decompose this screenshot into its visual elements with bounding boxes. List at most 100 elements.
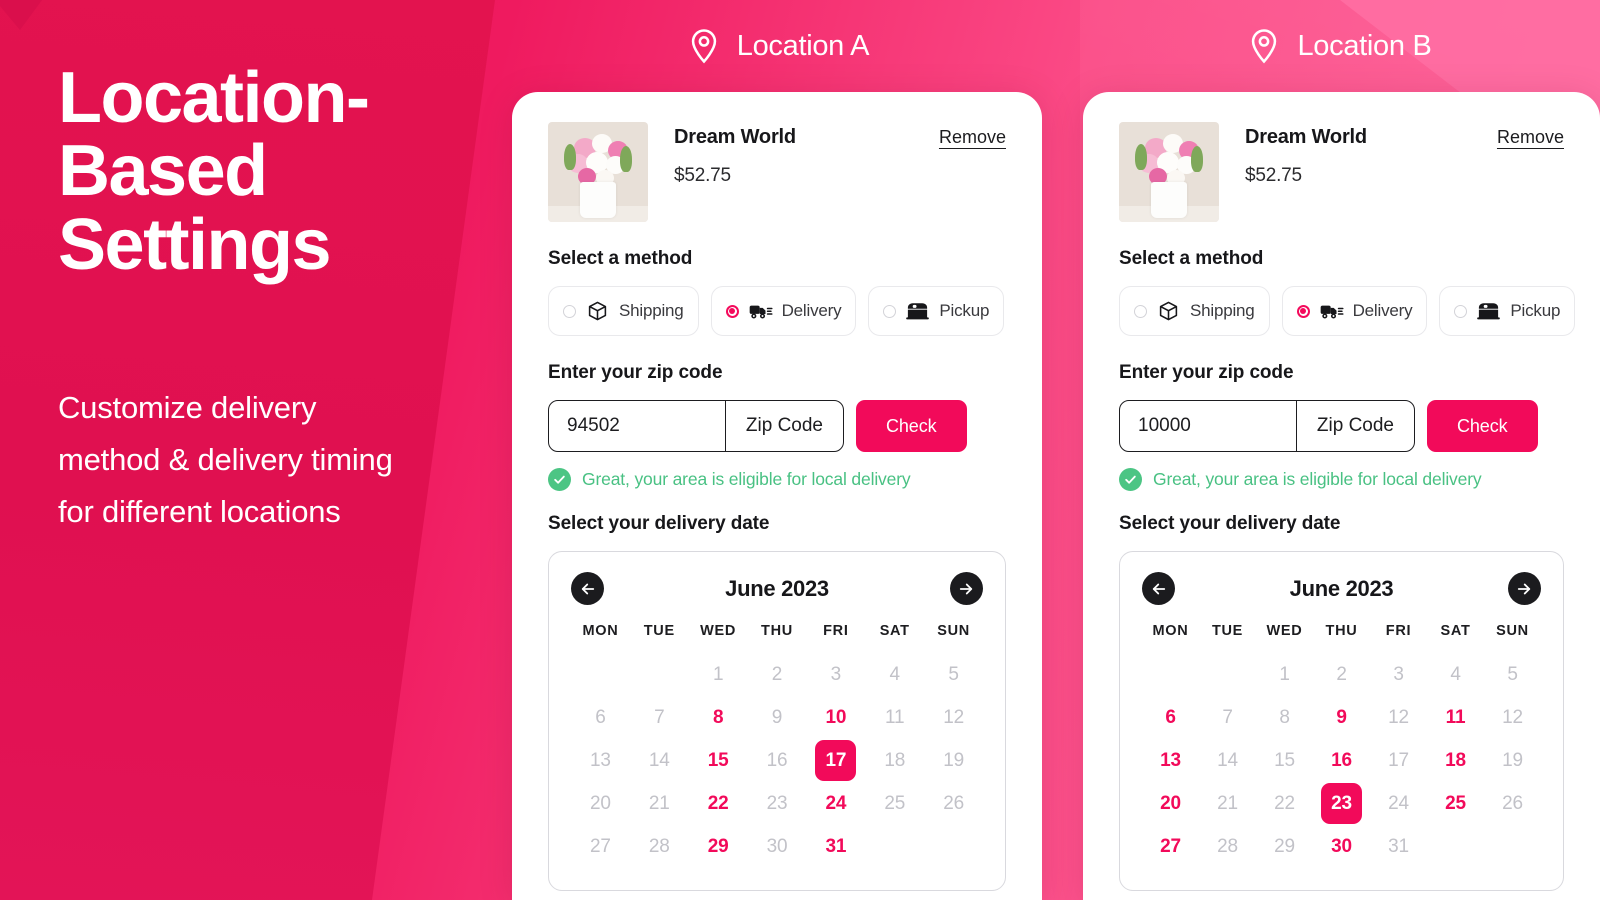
calendar-day-a[interactable]: 24 — [806, 782, 865, 825]
calendar-day-a[interactable]: 22 — [689, 782, 748, 825]
promo-banner: Location- Based Settings Customize deliv… — [0, 0, 1600, 900]
calendar-b: June 2023 MON TUE WED THU FRI SAT SUN 1 2 3 4 5 6 7 8 9… — [1119, 551, 1564, 891]
calendar-grid-b: MON TUE WED THU FRI SAT SUN 1 2 3 4 5 6 7 8 9 12 11 12 13 14… — [1142, 623, 1541, 868]
location-b-card: Dream World $52.75 Remove Select a metho… — [1083, 92, 1600, 900]
truck-icon — [1320, 305, 1344, 319]
calendar-day-b: 24 — [1388, 792, 1409, 814]
calendar-day-selected-a[interactable]: 17 — [806, 739, 865, 782]
calendar-day-b: 29 — [1274, 835, 1295, 857]
remove-button-a[interactable]: Remove — [939, 122, 1006, 148]
calendar-day-b: 8 — [1279, 706, 1290, 728]
calendar-day-b[interactable]: 18 — [1427, 739, 1484, 782]
zip-input-group-b[interactable]: Zip Code — [1119, 400, 1415, 452]
calendar-header-a: June 2023 — [571, 572, 983, 605]
calendar-day-a[interactable]: 10 — [806, 696, 865, 739]
calendar-day-b[interactable]: 13 — [1142, 739, 1199, 782]
calendar-day-b: 17 — [1388, 749, 1409, 771]
method-options-b: Shipping Delivery Pickup — [1119, 286, 1576, 336]
calendar-next-button-a[interactable] — [949, 572, 983, 605]
calendar-day-b[interactable]: 6 — [1142, 696, 1199, 739]
radio-delivery-a[interactable] — [725, 304, 739, 318]
storefront-icon — [906, 303, 930, 320]
arrow-left-icon — [1152, 583, 1165, 594]
calendar-day-selected-b[interactable]: 23 — [1313, 782, 1370, 825]
method-chip-shipping-a[interactable]: Shipping — [548, 286, 699, 336]
location-a-header: Location A — [512, 0, 1042, 92]
map-pin-icon — [691, 29, 716, 64]
method-chip-delivery-a[interactable]: Delivery — [710, 286, 857, 336]
calendar-weekday-sat-b: SAT — [1440, 623, 1471, 639]
eligibility-message-a: Great, your area is eligible for local d… — [548, 468, 1006, 491]
calendar-day-b: 7 — [1222, 706, 1233, 728]
calendar-weekday-mon-a: MON — [582, 623, 619, 639]
calendar-prev-button-a[interactable] — [571, 572, 604, 605]
zip-input-group-a[interactable]: Zip Code — [548, 400, 844, 452]
calendar-day-b[interactable]: 16 — [1313, 739, 1370, 782]
method-label-shipping-a: Shipping — [619, 301, 684, 320]
method-chip-shipping-b[interactable]: Shipping — [1119, 286, 1270, 336]
map-pin-icon — [1252, 29, 1277, 64]
radio-shipping-a[interactable] — [563, 304, 576, 318]
zip-input-a[interactable] — [549, 401, 725, 451]
radio-pickup-a[interactable] — [883, 304, 897, 318]
radio-delivery-b[interactable] — [1296, 304, 1310, 318]
storefront-icon — [1477, 303, 1501, 320]
product-row-b: Dream World $52.75 Remove — [1119, 122, 1564, 222]
radio-pickup-b[interactable] — [1454, 304, 1468, 318]
calendar-day-b: 26 — [1502, 792, 1523, 814]
calendar-day-b: 1 — [1279, 663, 1290, 685]
calendar-day-b[interactable]: 11 — [1427, 696, 1484, 739]
calendar-weekday-tue-a: TUE — [643, 623, 675, 639]
calendar-day-a: 18 — [884, 749, 906, 771]
calendar-day-b: 12 — [1502, 706, 1523, 728]
background-wedge-corner — [0, 0, 42, 30]
zip-suffix-b: Zip Code — [1295, 401, 1414, 451]
calendar-day-b: 5 — [1507, 663, 1518, 685]
calendar-day-empty-a — [630, 653, 689, 696]
check-button-b[interactable]: Check — [1427, 400, 1538, 452]
method-section-label-a: Select a method — [548, 248, 693, 269]
calendar-day-a[interactable]: 29 — [689, 825, 748, 868]
calendar-day-b[interactable]: 27 — [1142, 825, 1199, 868]
calendar-day-a: 27 — [590, 835, 611, 857]
calendar-day-b: 28 — [1217, 835, 1238, 857]
calendar-day-empty-b — [1199, 653, 1256, 696]
calendar-weekday-sun-a: SUN — [937, 623, 970, 639]
method-chip-pickup-b[interactable]: Pickup — [1439, 286, 1576, 336]
calendar-weekday-wed-b: WED — [1266, 623, 1303, 639]
radio-shipping-b[interactable] — [1134, 304, 1147, 318]
calendar-weekday-thu-b: THU — [1325, 623, 1358, 639]
truck-icon — [749, 305, 773, 319]
calendar-grid-a: MON TUE WED THU FRI SAT SUN 1 2 3 4 5 6 7 8 9 10 11 12 13 14… — [571, 623, 983, 868]
calendar-next-button-b[interactable] — [1507, 572, 1541, 605]
calendar-day-a: 6 — [595, 706, 606, 728]
method-chip-pickup-a[interactable]: Pickup — [868, 286, 1005, 336]
calendar-day-b[interactable]: 20 — [1142, 782, 1199, 825]
location-column-b: Location B Dream World $52.75 Remove Sel… — [1077, 0, 1600, 900]
calendar-day-b[interactable]: 9 — [1313, 696, 1370, 739]
product-thumbnail-a — [548, 122, 648, 222]
eligibility-text-a: Great, your area is eligible for local d… — [582, 469, 911, 489]
calendar-day-b[interactable]: 25 — [1427, 782, 1484, 825]
method-label-delivery-b: Delivery — [1352, 301, 1413, 320]
calendar-weekday-sun-b: SUN — [1496, 623, 1529, 639]
calendar-prev-button-b[interactable] — [1142, 572, 1175, 605]
calendar-day-b: 15 — [1274, 749, 1295, 771]
method-chip-delivery-b[interactable]: Delivery — [1281, 286, 1428, 336]
calendar-day-a: 13 — [590, 749, 611, 771]
calendar-day-a[interactable]: 31 — [806, 825, 865, 868]
calendar-month-title-a: June 2023 — [725, 575, 829, 601]
arrow-right-icon — [1518, 583, 1531, 594]
calendar-day-b: 21 — [1217, 792, 1238, 814]
calendar-day-a[interactable]: 8 — [689, 696, 748, 739]
zip-suffix-a: Zip Code — [724, 401, 843, 451]
zip-section-label-a: Enter your zip code — [548, 362, 723, 383]
calendar-day-b[interactable]: 30 — [1313, 825, 1370, 868]
zip-input-b[interactable] — [1120, 401, 1296, 451]
calendar-day-a[interactable]: 15 — [689, 739, 748, 782]
remove-button-b[interactable]: Remove — [1497, 122, 1564, 148]
calendar-weekday-mon-b: MON — [1152, 623, 1189, 639]
calendar-day-a: 20 — [590, 792, 611, 814]
calendar-day-a: 25 — [884, 792, 906, 814]
check-button-a[interactable]: Check — [856, 400, 967, 452]
